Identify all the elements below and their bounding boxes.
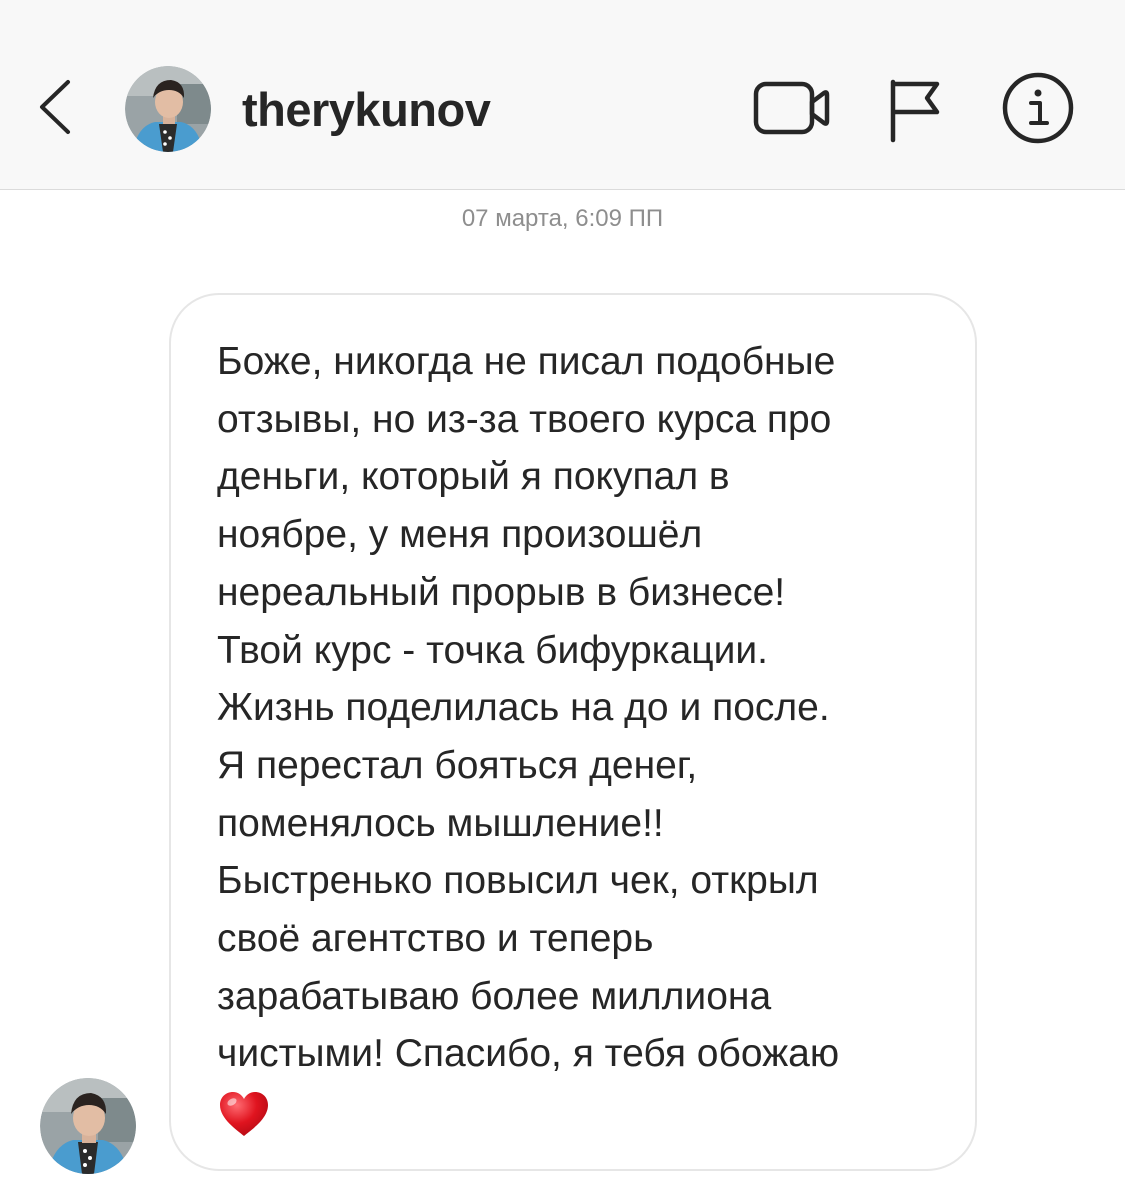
- info-icon: [1002, 72, 1074, 144]
- chat-header: therykunov: [0, 0, 1125, 190]
- report-button[interactable]: [885, 74, 945, 144]
- message-line: нереальный прорыв в бизнесе!: [217, 570, 786, 614]
- message-timestamp: 07 марта, 6:09 ПП: [461, 205, 664, 232]
- message-line: отзывы, но из-за твоего курса про: [217, 397, 832, 441]
- sender-avatar[interactable]: [40, 1078, 136, 1174]
- message-line: деньги, который я покупал в: [217, 455, 730, 499]
- back-button[interactable]: [30, 72, 80, 142]
- message-line: чистыми! Спасибо, я тебя обожаю: [217, 1032, 840, 1076]
- chevron-left-icon: [40, 80, 70, 134]
- message-line: зарабатываю более миллиона: [217, 974, 772, 1018]
- message-line: Твой курс - точка бифуркации.: [217, 628, 769, 672]
- profile-photo: [40, 1078, 136, 1174]
- video-call-button[interactable]: [752, 78, 832, 138]
- message-bubble[interactable]: Боже, никогда не писал подобные отзывы, …: [169, 293, 977, 1171]
- username[interactable]: therykunov: [242, 83, 491, 137]
- message-line: своё агентство и теперь: [217, 917, 654, 961]
- message-line: Боже, никогда не писал подобные: [217, 340, 836, 383]
- flag-icon: [890, 79, 940, 143]
- video-call-icon: [753, 81, 830, 135]
- heart-icon: [220, 1092, 268, 1137]
- message-line: ноябре, у меня произошёл: [217, 513, 703, 557]
- message-text: Боже, никогда не писал подобные отзывы, …: [217, 333, 937, 1139]
- message-line: Жизнь поделилась на до и после.: [217, 686, 830, 730]
- avatar[interactable]: [125, 66, 211, 152]
- profile-photo: [125, 66, 211, 152]
- message-line: поменялось мышление!!: [217, 801, 664, 845]
- message-line: Быстренько повысил чек, открыл: [217, 859, 819, 903]
- message-line: Я перестал бояться денег,: [217, 743, 698, 787]
- info-button[interactable]: [1000, 70, 1076, 146]
